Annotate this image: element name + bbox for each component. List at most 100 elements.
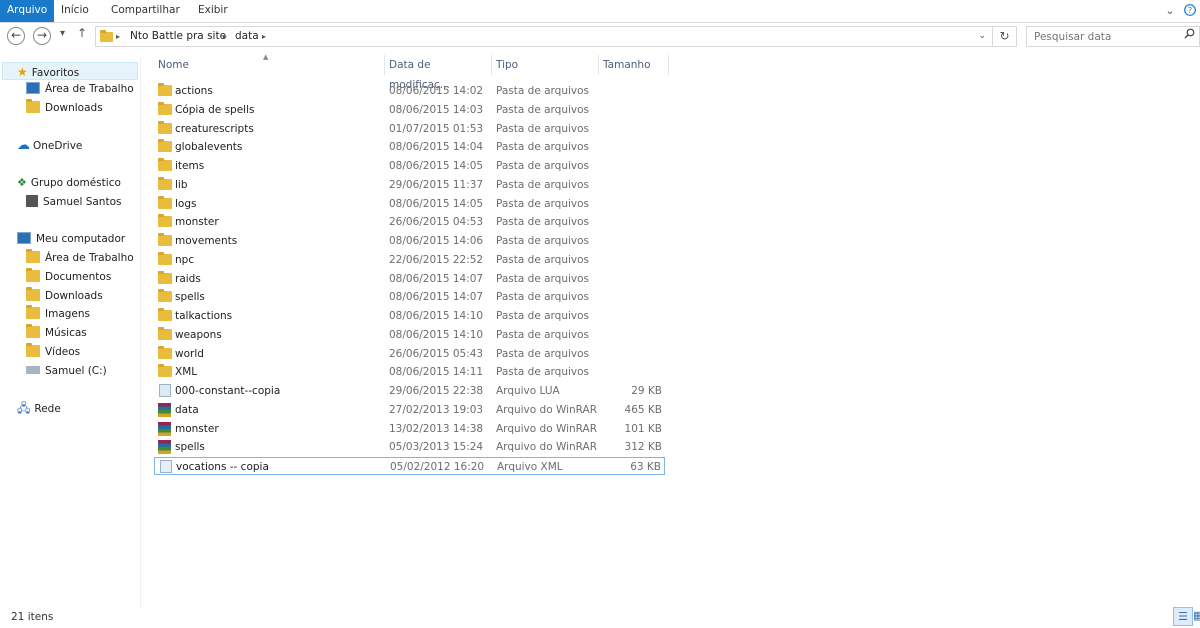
file-row[interactable]: monster 26/06/2015 04:53 Pasta de arquivos	[154, 213, 665, 231]
file-row[interactable]: logs 08/06/2015 14:05 Pasta de arquivos	[154, 195, 665, 213]
file-type: Pasta de arquivos	[496, 366, 590, 379]
drive-icon	[26, 366, 40, 374]
navigation-pane: ★ Favoritos Área de Trabalho Downloads ☁ O…	[0, 58, 141, 608]
folder-icon	[158, 289, 172, 303]
arrow-right-icon: →	[36, 28, 48, 42]
nav-imagens[interactable]: Imagens	[26, 305, 90, 323]
breadcrumb-nto-battle[interactable]: Nto Battle pra site	[130, 27, 226, 46]
search-input[interactable]	[1027, 27, 1174, 46]
winrar-archive-icon	[158, 421, 171, 436]
file-row[interactable]: movements 08/06/2015 14:06 Pasta de arquiv…	[154, 232, 665, 250]
nav-grupo-domestico[interactable]: ❖ Grupo doméstico	[17, 174, 121, 192]
details-view-button[interactable]: ☰	[1173, 607, 1193, 626]
breadcrumb-separator-icon[interactable]: ▸	[223, 27, 227, 46]
file-name: spells	[175, 441, 205, 454]
star-icon: ★	[17, 65, 28, 79]
file-row[interactable]: monster 13/02/2013 14:38 Arquivo do WinRAR…	[154, 420, 665, 438]
file-row[interactable]: lib 29/06/2015 11:37 Pasta de arquivos	[154, 176, 665, 194]
column-header-data[interactable]: Data de modificaç...	[385, 55, 492, 91]
nav-label: Downloads	[45, 102, 103, 114]
file-row[interactable]: spells 08/06/2015 14:07 Pasta de arquivos	[154, 288, 665, 306]
nav-fav-area-trabalho[interactable]: Área de Trabalho	[26, 80, 134, 98]
tab-compartilhar[interactable]: Compartilhar	[111, 0, 180, 22]
file-row[interactable]: items 08/06/2015 14:05 Pasta de arquivos	[154, 157, 665, 175]
file-date: 08/06/2015 14:07	[389, 272, 484, 285]
downloads-folder-icon	[26, 99, 40, 113]
file-size: 465 KB	[624, 403, 662, 416]
column-header-nome[interactable]: Nome	[154, 55, 385, 75]
item-count: 21 itens	[11, 611, 54, 623]
large-icons-view-button[interactable]: ▦	[1193, 607, 1200, 626]
file-row[interactable]: raids 08/06/2015 14:07 Pasta de arquivos	[154, 270, 665, 288]
file-date: 08/06/2015 14:03	[389, 103, 484, 116]
file-date: 08/06/2015 14:05	[389, 160, 484, 172]
file-type: Arquivo XML	[497, 461, 563, 473]
file-type: Pasta de arquivos	[496, 85, 590, 97]
back-button[interactable]: ←	[7, 27, 25, 45]
file-row[interactable]: vocations -- copia 05/02/2012 16:20 Arquiv…	[154, 457, 665, 475]
column-header-tamanho[interactable]: Tamanho	[599, 55, 669, 75]
user-icon	[26, 195, 38, 207]
tab-arquivo[interactable]: Arquivo	[0, 0, 55, 22]
file-row[interactable]: weapons 08/06/2015 14:10 Pasta de arquivos	[154, 326, 665, 344]
nav-fav-downloads[interactable]: Downloads	[26, 99, 103, 117]
column-header-tipo[interactable]: Tipo	[492, 55, 599, 75]
nav-pc-downloads[interactable]: Downloads	[26, 287, 103, 305]
file-size: 63 KB	[630, 461, 661, 473]
tab-inicio[interactable]: Início	[61, 0, 89, 22]
nav-samuel-c[interactable]: Samuel (C:)	[26, 362, 107, 380]
file-row[interactable]: npc 22/06/2015 22:52 Pasta de arquivos	[154, 251, 665, 269]
nav-videos[interactable]: Vídeos	[26, 343, 80, 361]
cloud-icon: ☁	[17, 138, 30, 153]
file-row[interactable]: data 27/02/2013 19:03 Arquivo do WinRAR 465…	[154, 401, 665, 419]
folder-icon	[158, 270, 172, 284]
breadcrumb-data[interactable]: data	[235, 27, 259, 46]
file-type: Pasta de arquivos	[496, 103, 590, 116]
file-row[interactable]: talkactions 08/06/2015 14:10 Pasta de arqu…	[154, 307, 665, 325]
computer-icon	[17, 232, 31, 244]
search-box[interactable]	[1026, 26, 1200, 47]
chevron-down-icon[interactable]: ⌄	[978, 27, 986, 46]
file-type: Arquivo do WinRAR	[496, 441, 598, 454]
file-type: Arquivo do WinRAR	[496, 422, 598, 435]
file-name: weapons	[175, 328, 222, 341]
file-name: monster	[175, 422, 219, 435]
nav-pc-area-trabalho[interactable]: Área de Trabalho	[26, 249, 134, 267]
winrar-archive-icon	[158, 402, 171, 417]
help-icon[interactable]: ?	[1182, 3, 1198, 19]
file-date: 08/06/2015 14:07	[389, 291, 484, 304]
nav-samuel-santos[interactable]: Samuel Santos	[26, 193, 121, 211]
up-button[interactable]: ↑	[77, 26, 87, 40]
address-field[interactable]: ▸ Nto Battle pra site ▸ data ▸ ⌄	[95, 26, 993, 47]
forward-button[interactable]: →	[33, 27, 51, 45]
file-row[interactable]: 000-constant--copia 29/06/2015 22:38 Arqui…	[154, 382, 665, 400]
recent-locations-button[interactable]: ▾	[60, 28, 65, 39]
file-row[interactable]: XML 08/06/2015 14:11 Pasta de arquivos	[154, 363, 665, 381]
search-icon[interactable]	[1184, 28, 1195, 42]
nav-musicas[interactable]: Músicas	[26, 324, 87, 342]
tab-exibir[interactable]: Exibir	[198, 0, 228, 22]
file-type: Pasta de arquivos	[496, 235, 590, 247]
file-row[interactable]: actions 08/06/2015 14:02 Pasta de arquivos	[154, 82, 665, 100]
nav-favoritos[interactable]: ★ Favoritos	[2, 62, 138, 80]
file-row[interactable]: Cópia de spells 08/06/2015 14:03 Pasta de …	[154, 101, 665, 119]
nav-meu-computador[interactable]: Meu computador	[17, 230, 125, 248]
breadcrumb-separator-icon[interactable]: ▸	[116, 27, 120, 46]
file-date: 26/06/2015 05:43	[389, 347, 484, 360]
chevron-down-icon[interactable]: ⌄	[1162, 3, 1178, 19]
refresh-button[interactable]: ↻	[993, 26, 1017, 47]
desktop-folder-icon	[26, 249, 40, 263]
nav-onedrive[interactable]: ☁ OneDrive	[17, 137, 82, 155]
videos-folder-icon	[26, 343, 40, 357]
network-icon: 🖧	[17, 401, 31, 415]
music-folder-icon	[26, 324, 40, 338]
nav-documentos[interactable]: Documentos	[26, 268, 111, 286]
file-row[interactable]: creaturescripts 01/07/2015 01:53 Pasta de …	[154, 120, 665, 138]
breadcrumb-separator-icon[interactable]: ▸	[262, 27, 266, 46]
winrar-archive-icon	[158, 440, 171, 455]
file-row[interactable]: globalevents 08/06/2015 14:04 Pasta de arq…	[154, 138, 665, 156]
file-row[interactable]: world 26/06/2015 05:43 Pasta de arquivos	[154, 345, 665, 363]
file-name: data	[175, 403, 199, 416]
file-row[interactable]: spells 05/03/2013 15:24 Arquivo do WinRAR 3…	[154, 438, 665, 456]
nav-rede[interactable]: 🖧 Rede	[17, 399, 61, 417]
